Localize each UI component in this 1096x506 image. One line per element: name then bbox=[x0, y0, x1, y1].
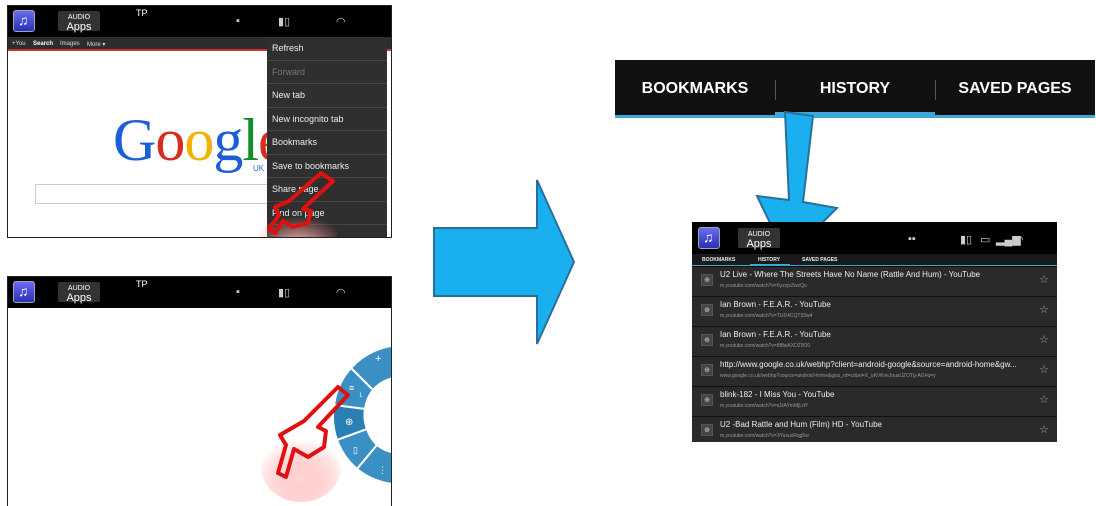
bluetooth-icon: ▮▯ bbox=[960, 234, 973, 246]
bluetooth-icon: ▮▯ bbox=[278, 287, 291, 299]
history-row[interactable]: ⊕ U2 -Bad Rattle and Hum (Film) HD - YouT… bbox=[692, 417, 1057, 442]
google-logo-letter: g bbox=[213, 107, 243, 173]
star-icon[interactable]: ☆ bbox=[1039, 273, 1049, 286]
hand-pointer-icon bbox=[258, 171, 338, 237]
status-bar: AUDIO Apps TP ▪ ▮▯ ◠ bbox=[8, 6, 391, 37]
globe-icon: ⊕ bbox=[701, 424, 713, 436]
star-icon[interactable]: ☆ bbox=[1039, 303, 1049, 316]
tp-label: TP bbox=[136, 8, 148, 18]
history-row[interactable]: ⊕ Ian Brown - F.E.A.R. - YouTube m.youtube… bbox=[692, 297, 1057, 327]
history-tab-strip: BOOKMARKS HISTORY SAVED PAGES bbox=[692, 254, 1057, 266]
google-logo-letter: G bbox=[113, 107, 156, 173]
wifi-icon: ◠ bbox=[336, 16, 346, 28]
wifi-icon: ◠ bbox=[336, 287, 346, 299]
history-row[interactable]: ⊕ blink-182 - I Miss You - YouTube m.youtu… bbox=[692, 387, 1057, 417]
globe-icon: ⊕ bbox=[701, 334, 713, 346]
music-app-icon[interactable] bbox=[13, 10, 35, 32]
tab-bookmarks[interactable]: BOOKMARKS bbox=[702, 257, 735, 263]
tab-more[interactable]: More ▾ bbox=[87, 41, 105, 48]
history-row[interactable]: ⊕ U2 Live - Where The Streets Have No Nam… bbox=[692, 267, 1057, 297]
tab-saved-pages[interactable]: SAVED PAGES bbox=[802, 257, 837, 263]
active-tab-indicator bbox=[750, 264, 790, 266]
pie-controls-screenshot: AUDIO Apps TP ▪ ▮▯ ◠ + ≡ 1 ⊕ ▯ ⋮ bbox=[7, 276, 392, 506]
plus-icon: + bbox=[375, 353, 381, 365]
tab-images[interactable]: Images bbox=[60, 41, 80, 47]
star-icon[interactable]: ☆ bbox=[1039, 333, 1049, 346]
globe-icon: ⊕ bbox=[701, 394, 713, 406]
apps-label: Apps bbox=[746, 238, 772, 250]
music-app-icon[interactable] bbox=[698, 227, 720, 249]
image-icon: ▪ bbox=[236, 15, 240, 27]
tp-label: TP bbox=[136, 279, 148, 289]
history-screenshot: AUDIO Apps ▪▪ ▮▯ ▭ ▂▄▆ ◠ BOOKMARKS HISTO… bbox=[692, 222, 1057, 442]
history-title: U2 -Bad Rattle and Hum (Film) HD - YouTu… bbox=[720, 420, 882, 429]
tab-search[interactable]: Search bbox=[33, 41, 53, 47]
star-icon[interactable]: ☆ bbox=[1039, 423, 1049, 436]
music-app-icon[interactable] bbox=[13, 281, 35, 303]
history-url: m.youtube.com/watch?v=8f8wAXDZ9O0 bbox=[720, 343, 811, 349]
history-url: m.youtube.com/watch?v=3YusuxRqg5w bbox=[720, 433, 809, 439]
history-title: Ian Brown - F.E.A.R. - YouTube bbox=[720, 300, 831, 309]
history-title: Ian Brown - F.E.A.R. - YouTube bbox=[720, 330, 831, 339]
history-title: blink-182 - I Miss You - YouTube bbox=[720, 390, 835, 399]
tab-saved-pages[interactable]: SAVED PAGES bbox=[935, 60, 1095, 118]
google-logo-letter: o bbox=[155, 107, 185, 173]
menu-item[interactable]: Refresh bbox=[267, 37, 387, 61]
history-url: www.google.co.uk/webhp?source=android-ho… bbox=[720, 373, 936, 379]
history-row[interactable]: ⊕ http://www.google.co.uk/webhp?client=an… bbox=[692, 357, 1057, 387]
globe-icon: ⊕ bbox=[701, 364, 713, 376]
tab-history[interactable]: HISTORY bbox=[758, 257, 780, 263]
tab-bookmarks[interactable]: BOOKMARKS bbox=[615, 60, 775, 118]
battery-icon: ▭ bbox=[980, 234, 991, 246]
menu-item[interactable]: New incognito tab bbox=[267, 108, 387, 131]
apps-label: Apps bbox=[66, 21, 92, 33]
star-icon[interactable]: ☆ bbox=[1039, 363, 1049, 376]
google-logo-letter: o bbox=[184, 107, 214, 173]
history-title: http://www.google.co.uk/webhp?client=and… bbox=[720, 360, 1017, 369]
google-search-input[interactable] bbox=[35, 184, 275, 204]
menu-item[interactable]: Bookmarks bbox=[267, 131, 387, 155]
globe-icon: ⊕ bbox=[701, 304, 713, 316]
tab-you[interactable]: +You bbox=[12, 41, 26, 47]
apps-button[interactable]: AUDIO Apps bbox=[58, 11, 100, 33]
apps-label: Apps bbox=[66, 292, 92, 304]
globe-icon: ⊕ bbox=[701, 274, 713, 286]
bluetooth-icon: ▮▯ bbox=[278, 16, 291, 28]
image-icon: ▪ bbox=[236, 286, 240, 298]
right-arrow-icon bbox=[433, 179, 576, 345]
more-icon: ⋮ bbox=[378, 465, 387, 475]
history-url: m.youtube.com/watch?v=TUD4CQT33w4 bbox=[720, 313, 813, 319]
browser-menu-screenshot: AUDIO Apps TP ▪ ▮▯ ◠ +You Search Images … bbox=[7, 5, 392, 238]
star-icon[interactable]: ☆ bbox=[1039, 393, 1049, 406]
tab-strip: BOOKMARKS HISTORY SAVED PAGES bbox=[615, 60, 1095, 118]
apps-button[interactable]: AUDIO Apps bbox=[738, 228, 780, 250]
history-row[interactable]: ⊕ Ian Brown - F.E.A.R. - YouTube m.youtube… bbox=[692, 327, 1057, 357]
hand-pointer-icon bbox=[261, 385, 350, 502]
image-icon: ▪▪ bbox=[908, 233, 916, 245]
history-url: m.youtube.com/watch?v=6yzojvZwzQo bbox=[720, 283, 807, 289]
history-url: m.youtube.com/watch?v=s1tAYmMjLdY bbox=[720, 403, 809, 409]
apps-button[interactable]: AUDIO Apps bbox=[58, 282, 100, 304]
status-bar: AUDIO Apps TP ▪ ▮▯ ◠ bbox=[8, 277, 391, 308]
menu-item: Forward bbox=[267, 61, 387, 84]
menu-item[interactable]: New tab bbox=[267, 84, 387, 108]
history-title: U2 Live - Where The Streets Have No Name… bbox=[720, 270, 981, 279]
wifi-icon: ◠ bbox=[1014, 234, 1024, 246]
status-bar: AUDIO Apps ▪▪ ▮▯ ▭ ▂▄▆ ◠ bbox=[692, 222, 1057, 254]
